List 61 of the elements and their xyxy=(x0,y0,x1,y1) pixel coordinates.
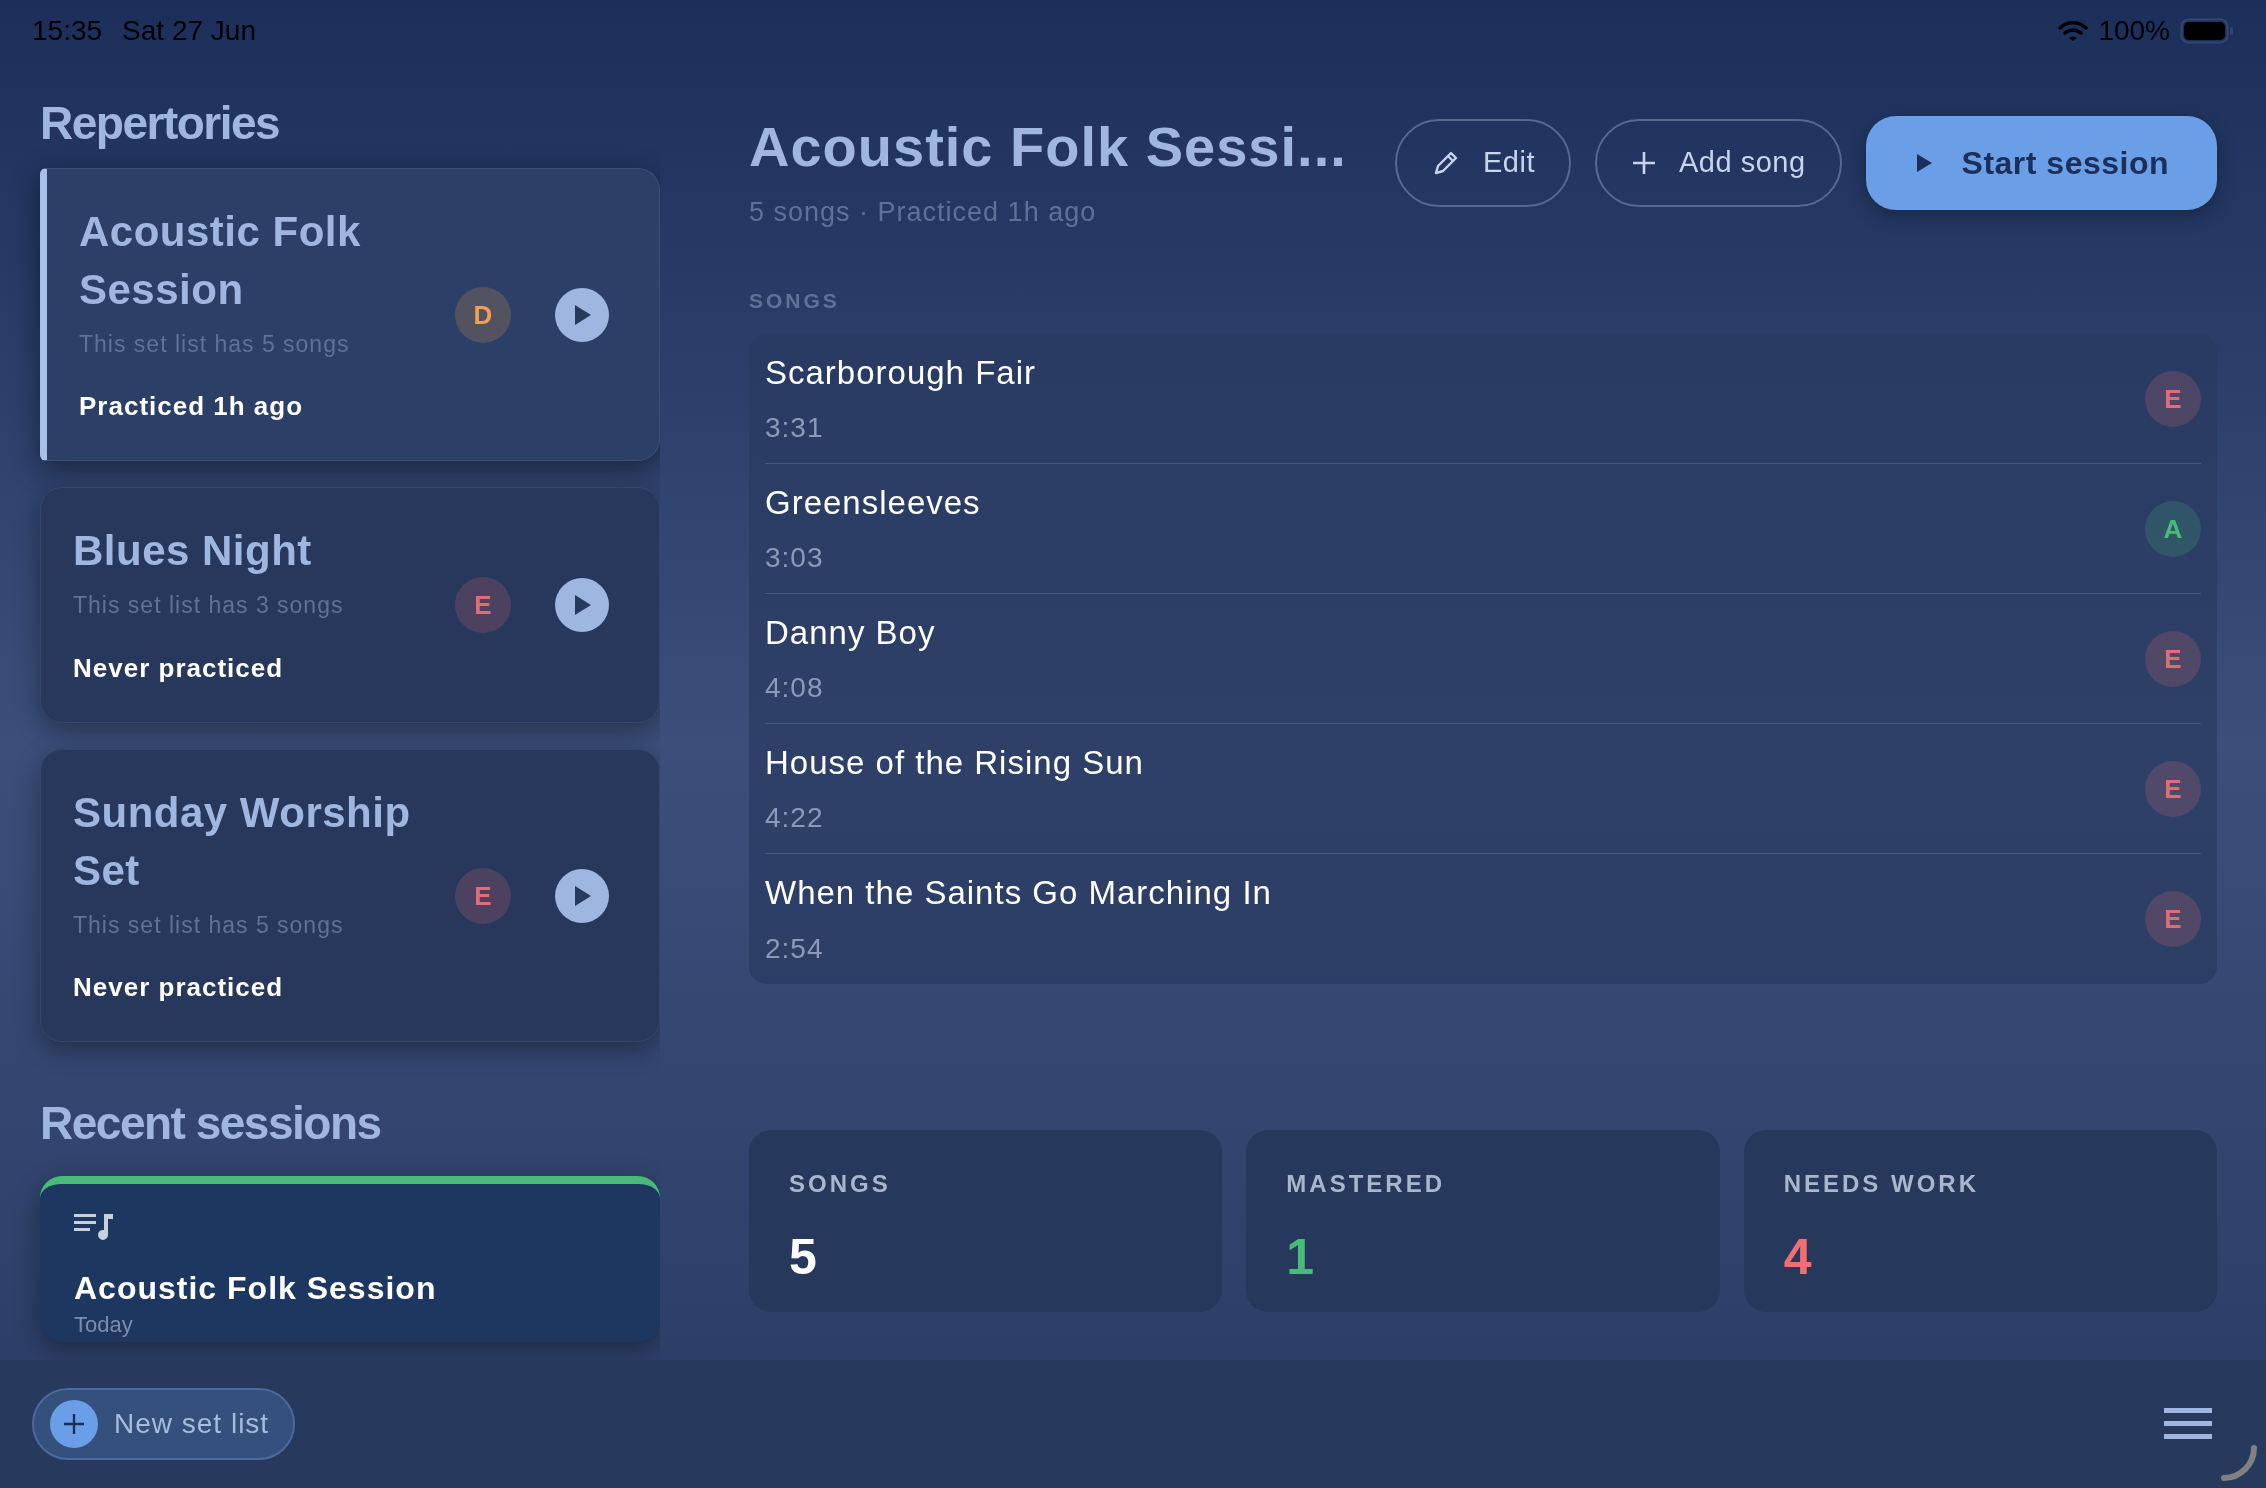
section-title: Recent sessions xyxy=(40,1100,382,1147)
resize-handle-icon xyxy=(2220,1444,2260,1484)
song-duration: 2:54 xyxy=(765,931,825,966)
battery-icon xyxy=(2180,18,2234,44)
practiced-label: Practiced 1h ago xyxy=(79,390,305,424)
plus-icon xyxy=(50,1400,98,1448)
song-duration: 3:03 xyxy=(765,541,825,576)
song-title[interactable]: Scarborough Fair xyxy=(765,347,2145,398)
play-icon xyxy=(572,303,592,326)
play-button[interactable] xyxy=(555,868,609,923)
repertory-title: Blues Night xyxy=(73,526,313,577)
practiced-label: Never practiced xyxy=(73,971,285,1005)
stat-label: NEEDS WORK xyxy=(1783,1169,1980,1199)
stat-label: SONGS xyxy=(789,1169,892,1199)
new-set-list-button[interactable]: New set list xyxy=(32,1388,296,1460)
stat-value: 1 xyxy=(1286,1228,1316,1287)
edit-button[interactable]: Edit xyxy=(1395,119,1571,207)
stat-value: 5 xyxy=(789,1228,818,1287)
song-duration: 4:08 xyxy=(765,671,825,706)
stat-value: 4 xyxy=(1783,1228,1813,1287)
detail-title: Acoustic Folk Sessi... xyxy=(749,114,1348,180)
start-button[interactable]: Start session xyxy=(1865,116,2217,210)
playlist-music-icon xyxy=(74,1212,114,1243)
grade-letter: E xyxy=(2164,645,2182,672)
plus-icon xyxy=(1631,150,1657,176)
song-duration: 4:22 xyxy=(765,801,825,836)
menu-button[interactable] xyxy=(2164,1408,2212,1440)
practiced-label: Never practiced xyxy=(73,651,285,685)
song-duration: 3:31 xyxy=(765,411,825,446)
wifi-icon xyxy=(2058,20,2089,42)
repertory-subtitle: This set list has 5 songs xyxy=(73,910,345,940)
repertory-card[interactable]: Sunday Worship Set This set list has 5 songs Never practiced E xyxy=(40,748,660,1043)
grade-letter: E xyxy=(2164,906,2182,932)
song-title[interactable]: Greensleeves xyxy=(765,477,2145,528)
songs-label: SONGS xyxy=(749,287,841,314)
stat-label: MASTERED xyxy=(1286,1169,1446,1199)
repertory-card[interactable]: Blues Night This set list has 3 songs Never practiced E xyxy=(40,487,660,723)
session-date: Today xyxy=(74,1314,134,1337)
repertory-subtitle: This set list has 3 songs xyxy=(73,591,345,621)
grade-letter: E xyxy=(2164,385,2182,412)
grade-letter: D xyxy=(473,301,493,328)
song-title[interactable]: House of the Rising Sun xyxy=(765,737,2145,788)
play-button[interactable] xyxy=(555,287,609,342)
battery-percent: 100% xyxy=(2098,14,2170,48)
session-card[interactable]: Acoustic Folk Session Today xyxy=(40,1176,660,1343)
song-title[interactable]: Danny Boy xyxy=(765,607,2145,658)
status-time: 15:35 xyxy=(32,14,103,48)
session-title: Acoustic Folk Session xyxy=(74,1269,438,1309)
repertory-title: Acoustic Folk Session xyxy=(79,207,362,315)
detail-subtitle: 5 songs · Practiced 1h ago xyxy=(749,196,1098,229)
play-button[interactable] xyxy=(555,578,609,633)
play-icon xyxy=(572,884,592,907)
repertory-title: Sunday Worship Set xyxy=(73,787,412,896)
status-date: Sat 27 Jun xyxy=(122,14,256,48)
grade-letter: E xyxy=(474,592,492,619)
song-title[interactable]: When the Saints Go Marching In xyxy=(765,868,2145,918)
grade-letter: E xyxy=(2164,775,2182,802)
grade-letter: A xyxy=(2163,515,2183,542)
grade-letter: E xyxy=(474,882,492,909)
add-button[interactable]: Add song xyxy=(1595,119,1842,207)
play-icon xyxy=(572,594,592,617)
